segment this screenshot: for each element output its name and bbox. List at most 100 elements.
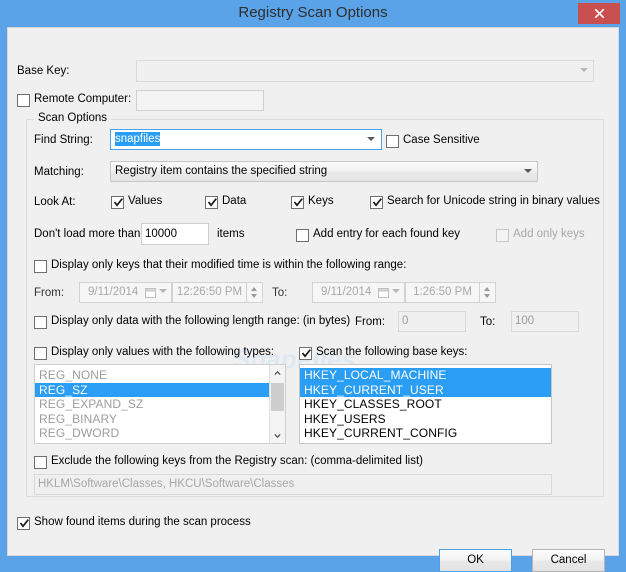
from-date-picker: 9/11/2014 bbox=[79, 282, 172, 305]
value-types-listbox[interactable]: REG_NONE REG_SZ REG_EXPAND_SZ REG_BINARY… bbox=[34, 364, 286, 444]
list-item[interactable]: HKEY_CURRENT_CONFIG bbox=[300, 426, 551, 441]
list-item[interactable]: HKEY_CLASSES_ROOT bbox=[300, 397, 551, 412]
look-at-data-checkbox[interactable] bbox=[205, 196, 218, 209]
list-item[interactable]: REG_BINARY bbox=[35, 412, 269, 427]
base-key-label: Base Key: bbox=[17, 65, 70, 77]
registry-scan-options-dialog: Registry Scan Options SnapFiles Base Key… bbox=[0, 0, 626, 572]
value-types-label: Display only values with the following t… bbox=[51, 346, 275, 358]
remote-computer-checkbox[interactable] bbox=[17, 94, 30, 107]
find-string-combo[interactable]: snapfiles bbox=[110, 129, 382, 153]
value-types-scrollbar[interactable] bbox=[269, 365, 285, 443]
dialog-client-area: SnapFiles Base Key: Remote Computer: Sca… bbox=[7, 27, 619, 572]
list-item[interactable]: HKEY_CURRENT_USER bbox=[300, 382, 551, 398]
dont-load-label: Don't load more than bbox=[34, 228, 141, 240]
length-to-input: 100 bbox=[511, 311, 579, 332]
ok-button-label: OK bbox=[467, 554, 484, 566]
list-item[interactable]: HKEY_LOCAL_MACHINE bbox=[300, 368, 551, 383]
scan-options-group-title: Scan Options bbox=[34, 112, 112, 124]
chevron-down-icon bbox=[524, 168, 532, 189]
add-only-keys-checkbox bbox=[496, 229, 509, 242]
length-range-checkbox[interactable] bbox=[34, 316, 47, 329]
find-string-value: snapfiles bbox=[115, 132, 161, 146]
exclude-keys-checkbox[interactable] bbox=[34, 456, 47, 469]
from-label: From: bbox=[34, 287, 65, 299]
chevron-down-icon bbox=[392, 289, 400, 309]
chevron-down-icon bbox=[367, 136, 375, 157]
scroll-up-button[interactable] bbox=[270, 365, 285, 381]
scroll-down-button[interactable] bbox=[270, 427, 285, 443]
matching-combo[interactable]: Registry item contains the specified str… bbox=[110, 161, 538, 185]
exclude-keys-input: HKLM\Software\Classes, HKCU\Software\Cla… bbox=[34, 474, 552, 495]
modified-time-checkbox[interactable] bbox=[34, 260, 47, 273]
exclude-keys-value: HKLM\Software\Classes, HKCU\Software\Cla… bbox=[38, 478, 295, 490]
length-to-value: 100 bbox=[515, 315, 535, 327]
check-icon bbox=[293, 198, 303, 207]
length-to-label: To: bbox=[480, 316, 496, 328]
close-icon bbox=[594, 8, 604, 19]
calendar-icon bbox=[378, 288, 389, 298]
close-button[interactable] bbox=[578, 3, 620, 24]
look-at-data-label: Data bbox=[222, 195, 247, 207]
list-item[interactable]: HKEY_USERS bbox=[300, 412, 551, 427]
exclude-keys-label: Exclude the following keys from the Regi… bbox=[51, 455, 423, 467]
to-label: To: bbox=[272, 287, 288, 299]
list-item[interactable]: REG_SZ bbox=[35, 382, 269, 398]
list-item[interactable]: REG_DWORD_BIG_ENDIAN bbox=[35, 441, 269, 443]
check-icon bbox=[301, 349, 311, 358]
look-at-values-label: Values bbox=[128, 195, 163, 207]
unicode-search-label: Search for Unicode string in binary valu… bbox=[387, 195, 600, 207]
ok-button[interactable]: OK bbox=[439, 549, 512, 572]
base-keys-listbox[interactable]: HKEY_LOCAL_MACHINE HKEY_CURRENT_USER HKE… bbox=[299, 364, 552, 444]
case-sensitive-checkbox[interactable] bbox=[386, 135, 399, 148]
chevron-down-icon bbox=[580, 68, 588, 88]
from-time-spinner bbox=[247, 282, 263, 303]
to-date-picker: 9/11/2014 bbox=[312, 282, 405, 305]
list-item[interactable]: REG_DWORD bbox=[35, 426, 269, 441]
length-range-label: Display only data with the following len… bbox=[51, 315, 351, 327]
unicode-search-checkbox[interactable] bbox=[370, 196, 383, 209]
to-time-value: 1:26:50 PM bbox=[413, 286, 472, 298]
length-from-value: 0 bbox=[402, 315, 409, 327]
chevron-down-icon bbox=[159, 289, 167, 309]
base-keys-checkbox[interactable] bbox=[299, 347, 312, 360]
look-at-values-checkbox[interactable] bbox=[111, 196, 124, 209]
to-time-field: 1:26:50 PM bbox=[405, 282, 480, 303]
remote-computer-input[interactable] bbox=[136, 90, 264, 111]
check-icon bbox=[207, 198, 217, 207]
dont-load-input[interactable] bbox=[141, 223, 209, 245]
cancel-button-label: Cancel bbox=[550, 554, 587, 566]
value-types-checkbox[interactable] bbox=[34, 347, 47, 360]
check-icon bbox=[113, 198, 123, 207]
base-keys-list: HKEY_LOCAL_MACHINE HKEY_CURRENT_USER HKE… bbox=[300, 366, 551, 441]
length-from-label: From: bbox=[355, 316, 386, 328]
check-icon bbox=[19, 519, 29, 528]
window-title: Registry Scan Options bbox=[238, 4, 388, 21]
add-entry-checkbox[interactable] bbox=[296, 229, 309, 242]
scroll-thumb[interactable] bbox=[271, 383, 284, 411]
from-time-field: 12:26:50 PM bbox=[172, 282, 247, 303]
matching-value: Registry item contains the specified str… bbox=[115, 165, 328, 177]
show-found-items-label: Show found items during the scan process bbox=[34, 516, 251, 528]
base-keys-label: Scan the following base keys: bbox=[316, 346, 468, 358]
to-date-value: 9/11/2014 bbox=[321, 286, 372, 298]
check-icon bbox=[372, 198, 382, 207]
look-at-label: Look At: bbox=[34, 196, 76, 208]
look-at-keys-label: Keys bbox=[308, 195, 334, 207]
title-bar: Registry Scan Options bbox=[0, 0, 626, 27]
modified-time-label: Display only keys that their modified ti… bbox=[51, 259, 407, 271]
base-key-combo[interactable] bbox=[136, 60, 594, 84]
cancel-button[interactable]: Cancel bbox=[532, 549, 605, 572]
list-item[interactable]: REG_EXPAND_SZ bbox=[35, 397, 269, 412]
calendar-icon bbox=[145, 288, 156, 298]
look-at-keys-checkbox[interactable] bbox=[291, 196, 304, 209]
remote-computer-label: Remote Computer: bbox=[34, 93, 132, 105]
chevron-up-icon bbox=[274, 370, 281, 375]
length-from-input: 0 bbox=[398, 311, 466, 332]
items-label: items bbox=[217, 228, 245, 240]
list-item[interactable]: REG_NONE bbox=[35, 368, 269, 383]
show-found-items-checkbox[interactable] bbox=[17, 517, 30, 530]
from-date-value: 9/11/2014 bbox=[88, 286, 139, 298]
add-entry-label: Add entry for each found key bbox=[313, 228, 461, 240]
matching-label: Matching: bbox=[34, 166, 84, 178]
from-time-value: 12:26:50 PM bbox=[176, 286, 243, 298]
